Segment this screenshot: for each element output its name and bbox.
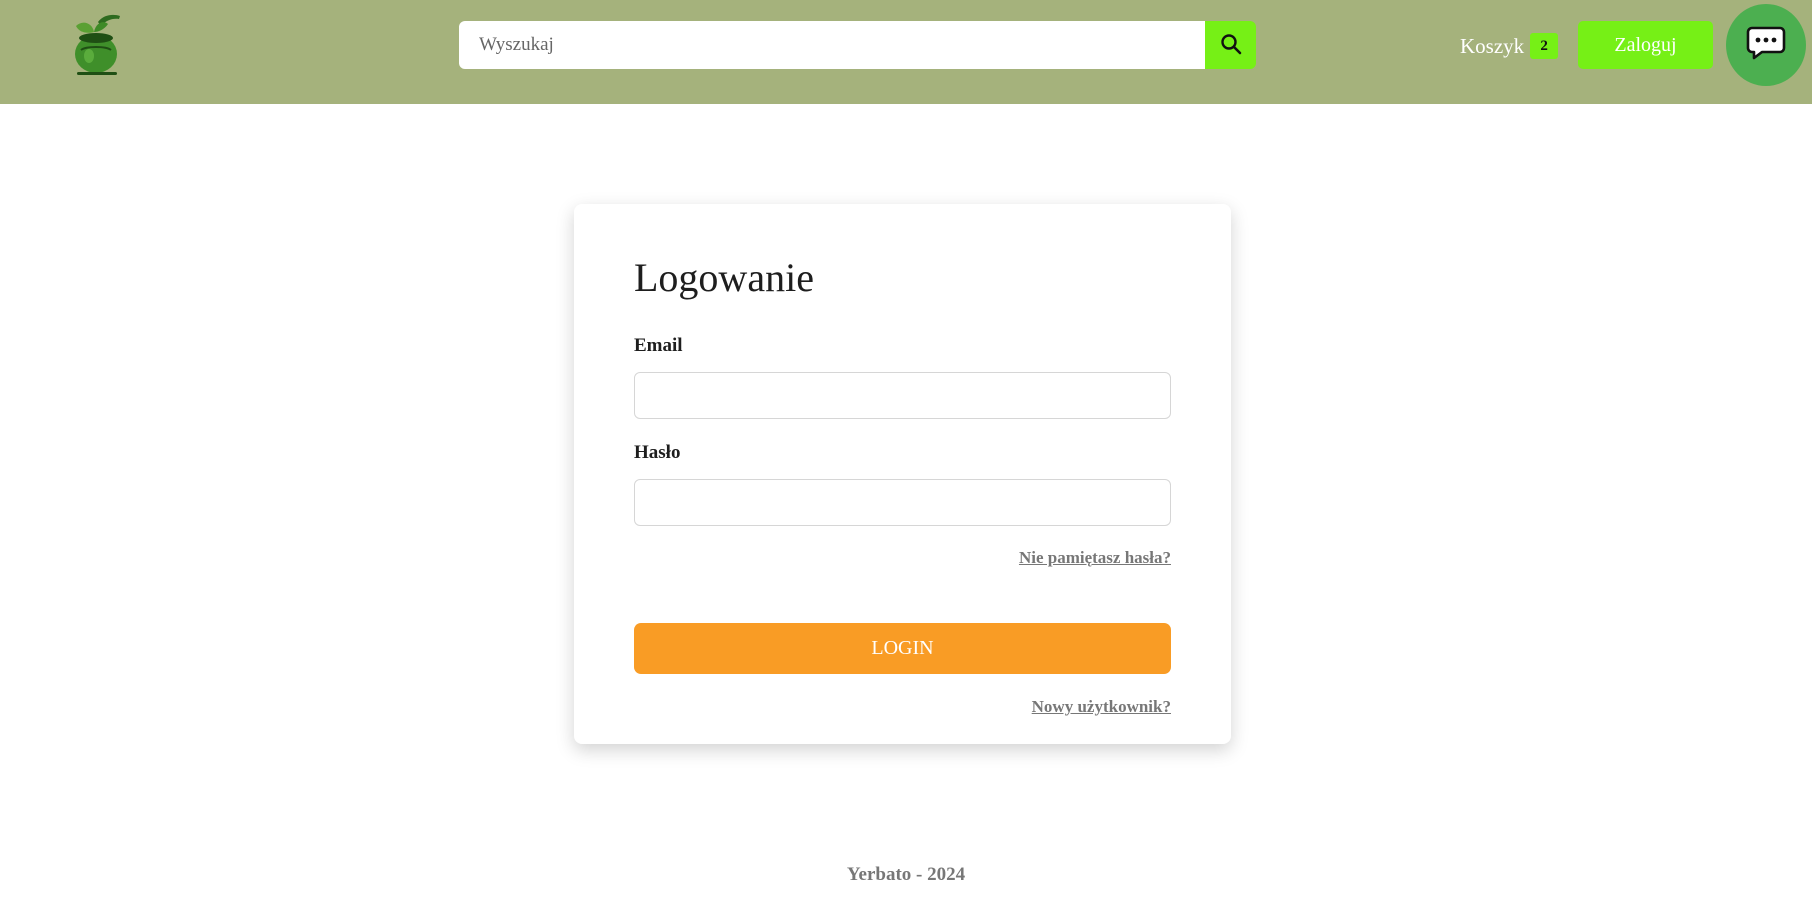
login-submit-button[interactable]: LOGIN (634, 623, 1171, 674)
register-link[interactable]: Nowy użytkownik? (1032, 697, 1171, 717)
chat-bubble-icon (1746, 25, 1786, 66)
search-button[interactable] (1205, 21, 1256, 69)
mate-cup-logo-icon[interactable] (70, 12, 126, 78)
cart-count-badge: 2 (1530, 33, 1559, 59)
password-label: Hasło (634, 442, 681, 463)
cart-link[interactable]: Koszyk 2 (1460, 30, 1559, 62)
search-bar (459, 21, 1256, 69)
chat-button[interactable] (1726, 4, 1806, 86)
cart-label: Koszyk (1460, 33, 1525, 58)
login-card: Logowanie Email Hasło Nie pamiętasz hasł… (574, 204, 1231, 744)
login-title: Logowanie (634, 255, 814, 300)
email-field[interactable] (634, 372, 1171, 419)
footer-text: Yerbato - 2024 (846, 864, 966, 885)
email-label: Email (634, 335, 683, 356)
top-navbar: Koszyk 2 Zaloguj (0, 0, 1812, 104)
password-field[interactable] (634, 479, 1171, 526)
search-icon (1219, 32, 1243, 59)
search-input[interactable] (459, 21, 1205, 69)
login-button[interactable]: Zaloguj (1578, 21, 1713, 69)
forgot-password-link[interactable]: Nie pamiętasz hasła? (1019, 548, 1171, 568)
